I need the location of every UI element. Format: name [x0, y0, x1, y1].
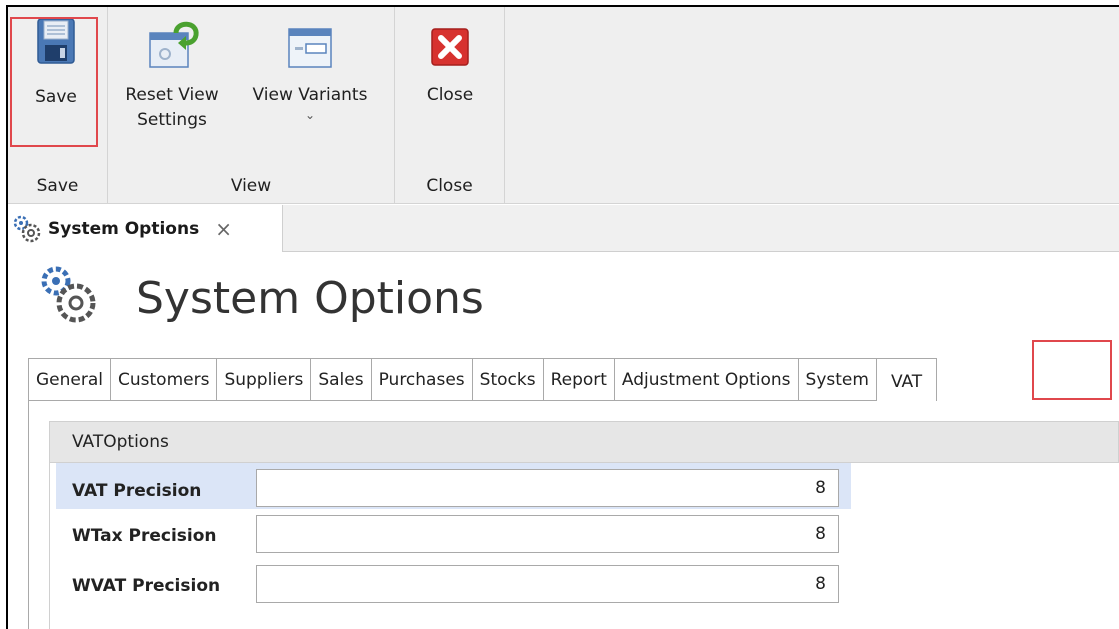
document-tab-system-options[interactable]: System Options ×	[8, 205, 283, 252]
tab-customers[interactable]: Customers	[110, 358, 217, 401]
ribbon-group-label-close: Close	[426, 176, 473, 196]
reset-view-settings-label-1: Reset View	[125, 85, 219, 105]
ribbon-group-view: Reset View Settings View Variants ⌄ View	[108, 7, 395, 204]
tab-purchases[interactable]: Purchases	[370, 358, 472, 401]
tab-panel-vat: VATOptions VAT Precision 8 WTax Precisio…	[28, 401, 1119, 629]
field-row-vat-precision: VAT Precision 8	[56, 463, 851, 509]
chevron-down-icon: ⌄	[304, 108, 316, 122]
tab-vat[interactable]: VAT	[875, 358, 938, 404]
ribbon: Save Save Reset View Settings View Varia…	[8, 7, 1119, 204]
group-body: VAT Precision 8 WTax Precision 8 WVAT Pr…	[49, 463, 1119, 629]
tab-system[interactable]: System	[797, 358, 876, 401]
gears-icon	[13, 215, 41, 242]
vat-precision-label: VAT Precision	[72, 481, 202, 501]
ribbon-group-label-save: Save	[36, 176, 79, 196]
ribbon-group-label-view: View	[230, 176, 272, 196]
field-row-wvat-precision: WVAT Precision 8	[56, 559, 851, 605]
tab-adjustment-options[interactable]: Adjustment Options	[613, 358, 798, 401]
options-tab-strip: General Customers Suppliers Sales Purcha…	[28, 358, 938, 404]
content-area: System Options General Customers Supplie…	[8, 253, 1119, 629]
field-row-wtax-precision: WTax Precision 8	[56, 509, 851, 555]
tab-stocks[interactable]: Stocks	[471, 358, 543, 401]
wvat-precision-label: WVAT Precision	[72, 576, 221, 596]
document-tab-title: System Options	[48, 218, 200, 239]
close-button-label: Close	[426, 85, 474, 105]
view-variants-button[interactable]: View Variants ⌄	[240, 19, 380, 122]
app-window: Save Save Reset View Settings View Varia…	[6, 5, 1119, 629]
wtax-precision-input[interactable]: 8	[256, 515, 839, 553]
save-button-highlight	[10, 17, 98, 147]
reset-view-settings-label-2: Settings	[137, 110, 207, 130]
tab-report[interactable]: Report	[542, 358, 614, 401]
tab-suppliers[interactable]: Suppliers	[216, 358, 311, 401]
view-variants-icon	[288, 28, 332, 68]
tab-general[interactable]: General	[28, 358, 110, 401]
vat-tab-highlight	[1032, 340, 1112, 400]
close-tab-icon[interactable]: ×	[215, 217, 232, 241]
close-red-x-icon	[431, 28, 469, 66]
reset-view-icon	[149, 21, 199, 68]
wtax-precision-label: WTax Precision	[72, 526, 217, 546]
document-tab-bar: System Options ×	[8, 205, 1119, 252]
vat-precision-input[interactable]: 8	[256, 469, 839, 507]
group-header: VATOptions	[49, 421, 1119, 463]
wvat-precision-input[interactable]: 8	[256, 565, 839, 603]
page-title: System Options	[136, 273, 484, 324]
view-variants-label: View Variants	[252, 85, 368, 105]
gears-icon	[41, 266, 96, 323]
ribbon-group-close: Close Close	[395, 7, 505, 204]
tab-sales[interactable]: Sales	[310, 358, 371, 401]
close-button[interactable]: Close	[405, 19, 495, 108]
reset-view-settings-button[interactable]: Reset View Settings	[118, 19, 226, 133]
